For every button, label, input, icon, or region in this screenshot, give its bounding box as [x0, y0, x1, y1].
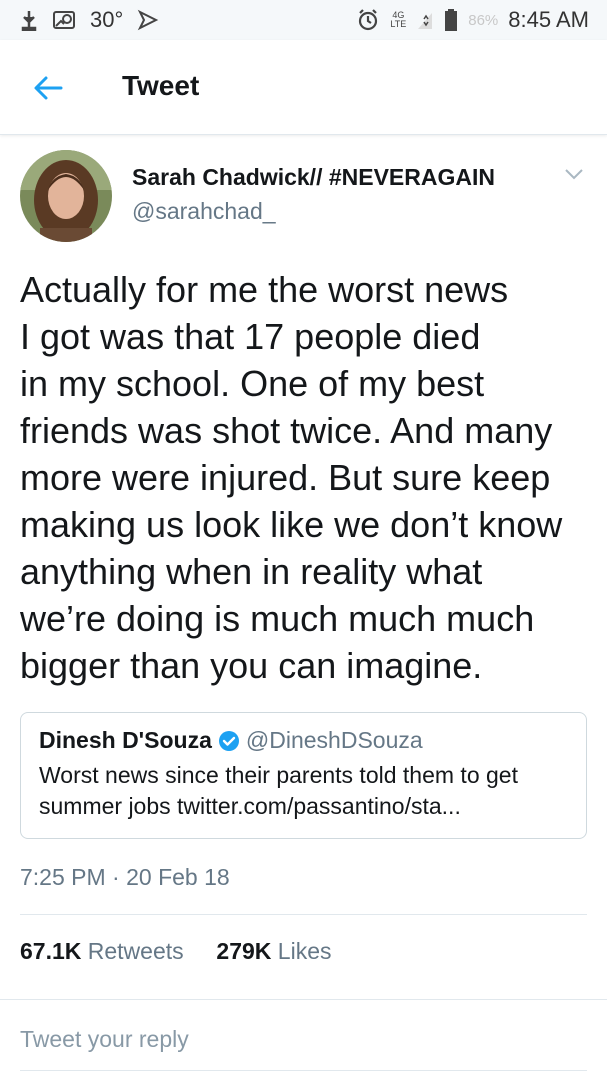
page-title: Tweet: [122, 70, 200, 101]
author-name[interactable]: Sarah Chadwick// #NEVERAGAIN: [132, 164, 495, 191]
verified-badge-icon: [218, 730, 240, 752]
divider: [20, 914, 587, 915]
likes-stat[interactable]: 279K Likes: [216, 938, 331, 964]
clock: 8:45 AM: [508, 7, 589, 32]
likes-label: Likes: [277, 938, 332, 964]
arrow-left-icon: [34, 76, 63, 100]
chevron-down-icon: [565, 169, 583, 180]
reply-input[interactable]: Tweet your reply: [20, 1026, 189, 1053]
battery-icon: [444, 8, 458, 32]
image-icon: [52, 9, 76, 31]
likes-count: 279K: [216, 938, 272, 964]
tweet-text-line: more were injured. But sure keep: [20, 457, 551, 498]
tweet-stats: 67.1K Retweets 279K Likes: [20, 938, 332, 965]
tweet-options-button[interactable]: [562, 164, 586, 184]
alarm-icon: [356, 8, 380, 32]
signal-icon: [416, 9, 434, 31]
tweet-text-line: friends was shot twice. And many: [20, 410, 553, 451]
tweet-text-line: making us look like we don’t know: [20, 504, 563, 545]
app-bar: Tweet: [0, 40, 607, 135]
divider: [20, 1070, 587, 1071]
tweet-text-line: anything when in reality what: [20, 551, 483, 592]
tweet-text: Actually for me the worst news I got was…: [20, 266, 590, 689]
status-bar: 30° 4G LTE 86% 8:45 AM: [0, 0, 607, 40]
quoted-tweet-text: Worst news since their parents told them…: [39, 760, 568, 822]
divider: [0, 999, 607, 1000]
tweet-timestamp: 7:25 PM · 20 Feb 18: [20, 864, 230, 890]
quoted-author-name: Dinesh D'Souza: [39, 727, 212, 753]
tweet-text-line: in my school. One of my best: [20, 363, 485, 404]
avatar[interactable]: [20, 150, 112, 242]
retweets-stat[interactable]: 67.1K Retweets: [20, 938, 190, 964]
send-icon: [137, 9, 159, 31]
network-indicator: 4G LTE: [390, 11, 406, 29]
back-button[interactable]: [28, 68, 68, 108]
author-handle[interactable]: @sarahchad_: [132, 198, 276, 225]
quoted-text-line: Worst news since their parents told them…: [39, 762, 518, 788]
quoted-author-handle: @DineshDSouza: [245, 727, 423, 753]
temperature: 30°: [90, 7, 124, 32]
tweet-text-line: bigger than you can imagine.: [20, 645, 483, 686]
quoted-tweet[interactable]: Dinesh D'Souza @DineshDSouza Worst news …: [20, 712, 587, 839]
quoted-tweet-header: Dinesh D'Souza @DineshDSouza: [39, 727, 568, 754]
tweet-text-line: Actually for me the worst news: [20, 269, 509, 310]
network-sub-label: LTE: [390, 19, 407, 29]
retweets-count: 67.1K: [20, 938, 82, 964]
retweets-label: Retweets: [87, 938, 184, 964]
usb-icon: [20, 9, 38, 31]
quoted-text-line: summer jobs twitter.com/passantino/sta..…: [39, 793, 461, 819]
tweet-text-line: I got was that 17 people died: [20, 316, 481, 357]
tweet-text-line: we’re doing is much much much: [20, 598, 535, 639]
battery-percent: 86%: [468, 11, 499, 29]
